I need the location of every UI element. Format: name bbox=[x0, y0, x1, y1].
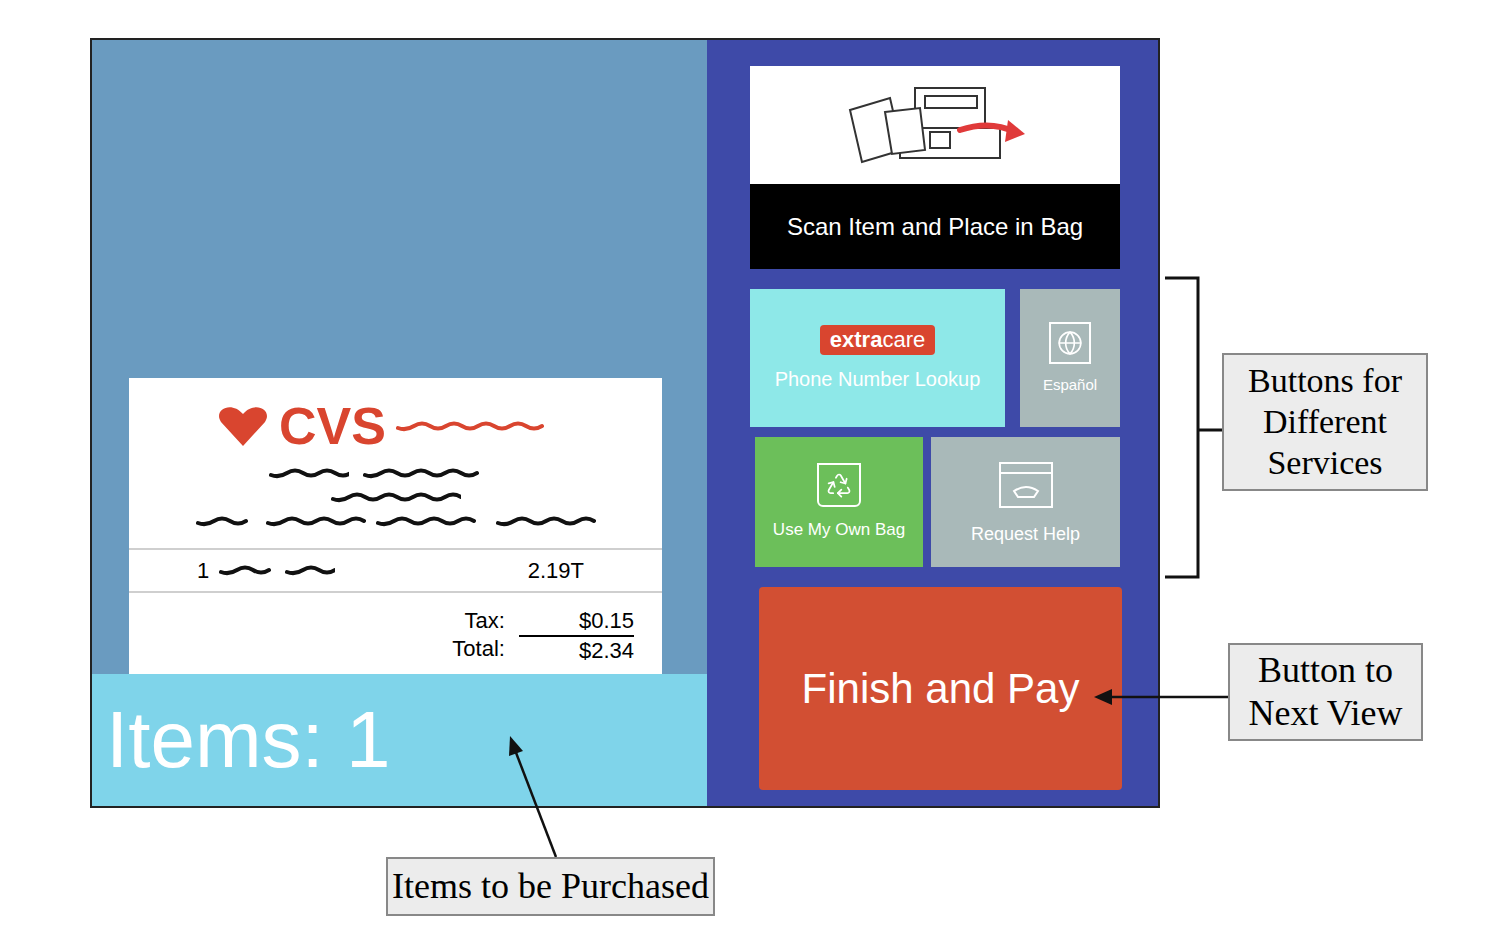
scribble-line bbox=[196, 514, 256, 528]
scribble-line bbox=[266, 514, 366, 528]
scan-item-icon bbox=[830, 80, 1040, 170]
finish-and-pay-button[interactable]: Finish and Pay bbox=[759, 587, 1122, 790]
annotation-next-view: Button to Next View bbox=[1228, 643, 1423, 741]
language-button[interactable]: Español bbox=[1020, 289, 1120, 427]
line-item-qty: 1 bbox=[197, 554, 209, 587]
help-icon bbox=[996, 459, 1056, 511]
item-name-scribble bbox=[219, 563, 279, 577]
item-count: Items: 1 bbox=[106, 700, 391, 780]
extracare-badge: extracare bbox=[820, 325, 935, 355]
recycle-bag-icon bbox=[825, 471, 853, 499]
item-name-scribble bbox=[285, 563, 335, 577]
total-label: Total: bbox=[452, 635, 505, 664]
extracare-button[interactable]: extracare Phone Number Lookup bbox=[750, 289, 1005, 427]
action-panel: Scan Item and Place in Bag extracare Phone… bbox=[707, 40, 1158, 806]
annotation-items: Items to be Purchased bbox=[386, 857, 715, 916]
store-info bbox=[129, 466, 662, 528]
line-item: 1 2.19T bbox=[129, 548, 662, 593]
receipt: CVS 1 2.19T Tax:Total: $0.15$2.34 bbox=[129, 378, 662, 674]
service-label: Use My Own Bag bbox=[773, 519, 905, 540]
globe-icon bbox=[1057, 330, 1083, 356]
cart-panel: CVS 1 2.19T Tax:Total: $0.15$2.34 Items: 1 bbox=[92, 40, 707, 806]
heart-icon bbox=[217, 404, 269, 448]
scribble-line bbox=[269, 466, 349, 480]
service-label: Phone Number Lookup bbox=[775, 367, 981, 392]
tax-label: Tax: bbox=[465, 607, 505, 636]
totals: Tax:Total: $0.15$2.34 bbox=[129, 593, 662, 666]
item-count-bar: Items: 1 bbox=[92, 674, 707, 806]
receipt-header: CVS bbox=[129, 400, 662, 452]
annotation-services: Buttons for Different Services bbox=[1222, 353, 1428, 491]
scan-prompt: Scan Item and Place in Bag bbox=[787, 209, 1083, 245]
scribble-line bbox=[496, 514, 596, 528]
scribble-line bbox=[376, 514, 486, 528]
services-grid: extracare Phone Number Lookup Español Use M… bbox=[750, 289, 1120, 567]
service-label: Español bbox=[1043, 376, 1097, 395]
bag-button[interactable]: Use My Own Bag bbox=[755, 437, 923, 567]
logo-scribble bbox=[396, 419, 546, 433]
scribble-line bbox=[331, 490, 461, 504]
line-item-price: 2.19T bbox=[528, 554, 584, 587]
annotated-mockup: CVS 1 2.19T Tax:Total: $0.15$2.34 Items: 1 Sca… bbox=[0, 0, 1500, 950]
scribble-line bbox=[363, 466, 483, 480]
kiosk-screen: CVS 1 2.19T Tax:Total: $0.15$2.34 Items: 1 Sca… bbox=[90, 38, 1160, 808]
total-value: $2.34 bbox=[579, 637, 634, 666]
store-logo: CVS bbox=[279, 400, 386, 452]
tax-value: $0.15 bbox=[519, 607, 634, 638]
scan-card[interactable]: Scan Item and Place in Bag bbox=[750, 66, 1120, 269]
service-label: Request Help bbox=[971, 523, 1080, 546]
help-button[interactable]: Request Help bbox=[931, 437, 1120, 567]
